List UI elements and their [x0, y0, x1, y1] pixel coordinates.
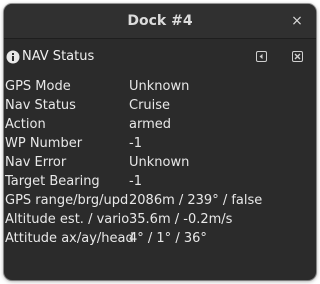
- window-close-button[interactable]: ×: [288, 12, 306, 30]
- row-action: Action armed: [4, 115, 316, 134]
- panel-header: NAV Status: [4, 48, 316, 68]
- row-label: Nav Error: [5, 155, 67, 170]
- window-titlebar[interactable]: Dock #4 ×: [4, 4, 316, 39]
- close-panel-icon[interactable]: [292, 51, 303, 62]
- row-value: Cruise: [129, 98, 171, 113]
- undock-icon[interactable]: [256, 51, 267, 62]
- row-value: -1: [129, 136, 142, 151]
- row-value: -1: [129, 174, 142, 189]
- row-wp-number: WP Number -1: [4, 134, 316, 153]
- nav-status-table: GPS Mode Unknown Nav Status Cruise Actio…: [4, 77, 316, 248]
- row-value: armed: [129, 117, 171, 132]
- panel-title: NAV Status: [22, 49, 95, 64]
- row-label: Nav Status: [5, 98, 76, 113]
- row-label: Attitude ax/ay/head: [5, 231, 134, 246]
- row-label: GPS range/brg/upd: [5, 193, 129, 208]
- row-altitude: Altitude est. / vario 35.6m / -0.2m/s: [4, 210, 316, 229]
- row-gps-range: GPS range/brg/upd 2086m / 239° / false: [4, 191, 316, 210]
- row-value: Unknown: [129, 79, 190, 94]
- row-value: 4° / 1° / 36°: [129, 231, 207, 246]
- row-attitude: Attitude ax/ay/head 4° / 1° / 36°: [4, 229, 316, 248]
- row-value: Unknown: [129, 155, 190, 170]
- window-title: Dock #4: [127, 13, 193, 29]
- row-label: WP Number: [5, 136, 83, 151]
- row-label: Altitude est. / vario: [5, 212, 130, 227]
- row-label: Action: [5, 117, 46, 132]
- row-gps-mode: GPS Mode Unknown: [4, 77, 316, 96]
- info-icon: [6, 50, 20, 64]
- row-target-bearing: Target Bearing -1: [4, 172, 316, 191]
- row-label: GPS Mode: [5, 79, 71, 94]
- row-value: 2086m / 239° / false: [129, 193, 263, 208]
- dock-window: Dock #4 × NAV Status GPS Mode Unknown Na…: [4, 4, 316, 280]
- row-value: 35.6m / -0.2m/s: [129, 212, 233, 227]
- row-nav-status: Nav Status Cruise: [4, 96, 316, 115]
- row-label: Target Bearing: [5, 174, 100, 189]
- row-nav-error: Nav Error Unknown: [4, 153, 316, 172]
